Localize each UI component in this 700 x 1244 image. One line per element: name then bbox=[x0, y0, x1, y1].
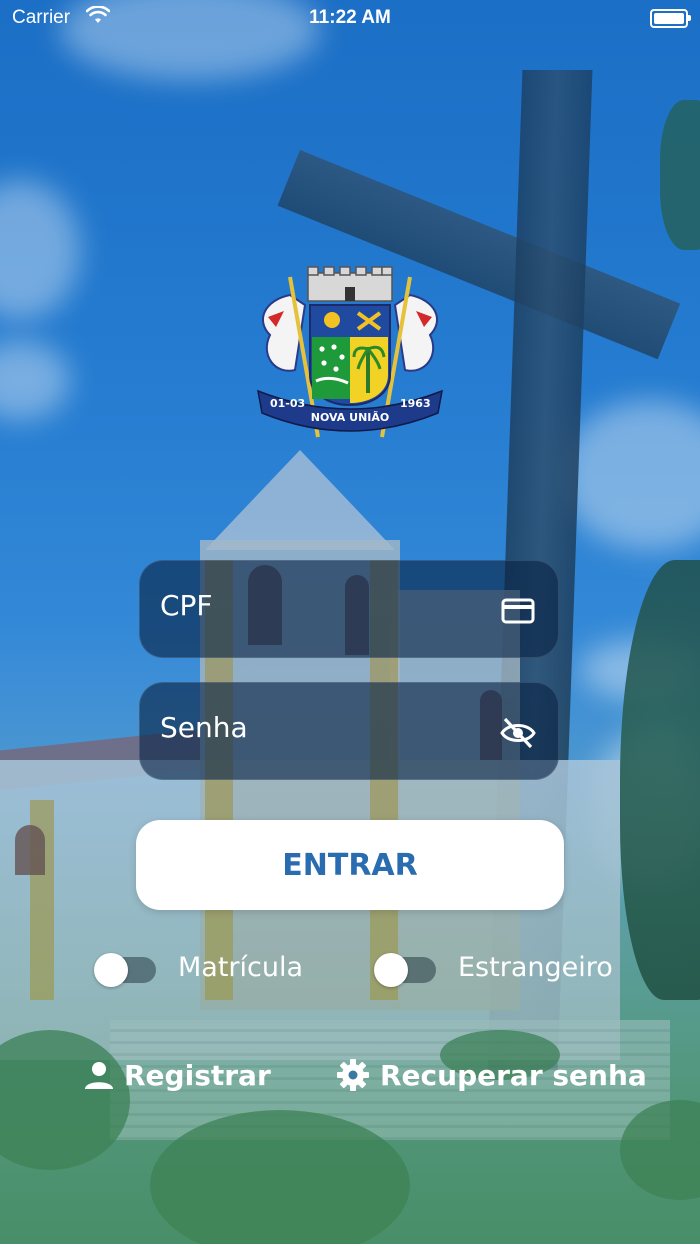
clock: 11:22 AM bbox=[309, 7, 391, 28]
person-icon bbox=[85, 1062, 113, 1089]
toggle-matricula[interactable] bbox=[94, 953, 156, 987]
toggle-matricula-label: Matrícula bbox=[178, 952, 304, 983]
crest-city-name: NOVA UNIÃO bbox=[311, 411, 389, 424]
register-link[interactable]: Registrar bbox=[84, 1055, 271, 1095]
gear-icon bbox=[337, 1059, 369, 1091]
crest-year: 1963 bbox=[400, 397, 431, 410]
battery-icon bbox=[650, 9, 691, 28]
municipal-crest-logo: 01-03 NOVA UNIÃO 1963 bbox=[257, 266, 443, 438]
password-field[interactable]: Senha bbox=[139, 682, 559, 780]
toggle-estrangeiro-label: Estrangeiro bbox=[458, 952, 613, 983]
eye-off-icon[interactable] bbox=[500, 715, 536, 751]
login-button[interactable]: ENTRAR bbox=[136, 820, 564, 910]
crest-date: 01-03 bbox=[270, 397, 305, 410]
recover-password-label: Recuperar senha bbox=[380, 1058, 647, 1092]
cpf-placeholder: CPF bbox=[160, 589, 213, 622]
toggle-estrangeiro[interactable] bbox=[374, 953, 436, 987]
recover-password-link[interactable]: Recuperar senha bbox=[336, 1055, 647, 1095]
status-bar: Carrier 11:22 AM bbox=[0, 0, 700, 36]
password-placeholder: Senha bbox=[160, 711, 248, 744]
id-card-icon[interactable] bbox=[500, 593, 536, 629]
register-label: Registrar bbox=[124, 1058, 271, 1092]
cpf-field[interactable]: CPF bbox=[139, 560, 559, 658]
